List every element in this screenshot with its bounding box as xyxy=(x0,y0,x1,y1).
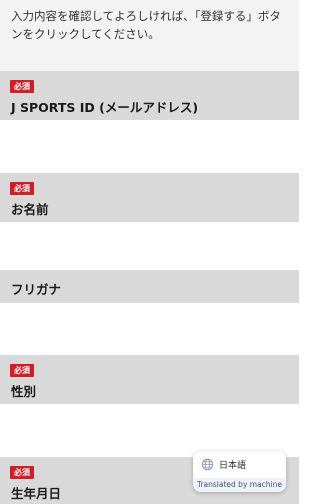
globe-icon xyxy=(201,458,214,471)
field-label-birthdate: 生年月日 xyxy=(11,486,62,501)
field-header-gender: 必須 性別 xyxy=(0,355,299,404)
translation-popup[interactable]: 日本語 Translated by machine xyxy=(193,451,286,492)
required-badge: 必須 xyxy=(10,466,34,479)
field-label-gender: 性別 xyxy=(11,384,37,399)
intro-line-2: ンをクリックしてください。 xyxy=(11,27,160,41)
field-header-furigana: フリガナ xyxy=(0,270,299,303)
field-value-jsports-id xyxy=(0,120,299,173)
field-value-name xyxy=(0,222,299,270)
field-value-gender xyxy=(0,404,299,457)
required-badge: 必須 xyxy=(10,80,34,93)
field-label-name: お名前 xyxy=(11,202,49,217)
intro-line-1: 入力内容を確認してよろしければ、「登録する」ボタ xyxy=(11,9,281,23)
language-label: 日本語 xyxy=(219,461,247,471)
field-header-name: 必須 お名前 xyxy=(0,173,299,222)
language-selector[interactable]: 日本語 xyxy=(193,451,286,478)
field-header-jsports-id: 必須 J SPORTS ID (メールアドレス) xyxy=(0,71,299,120)
field-value-furigana xyxy=(0,303,299,355)
required-badge: 必須 xyxy=(10,182,34,195)
translated-by-label: Translated by machine xyxy=(193,478,286,492)
field-label-furigana: フリガナ xyxy=(11,282,62,297)
intro-text: 入力内容を確認してよろしければ、「登録する」ボタ ンをクリックしてください。 xyxy=(0,0,299,71)
confirmation-page: 入力内容を確認してよろしければ、「登録する」ボタ ンをクリックしてください。 必… xyxy=(0,0,299,504)
field-label-jsports-id: J SPORTS ID (メールアドレス) xyxy=(11,100,199,115)
required-badge: 必須 xyxy=(10,364,34,377)
